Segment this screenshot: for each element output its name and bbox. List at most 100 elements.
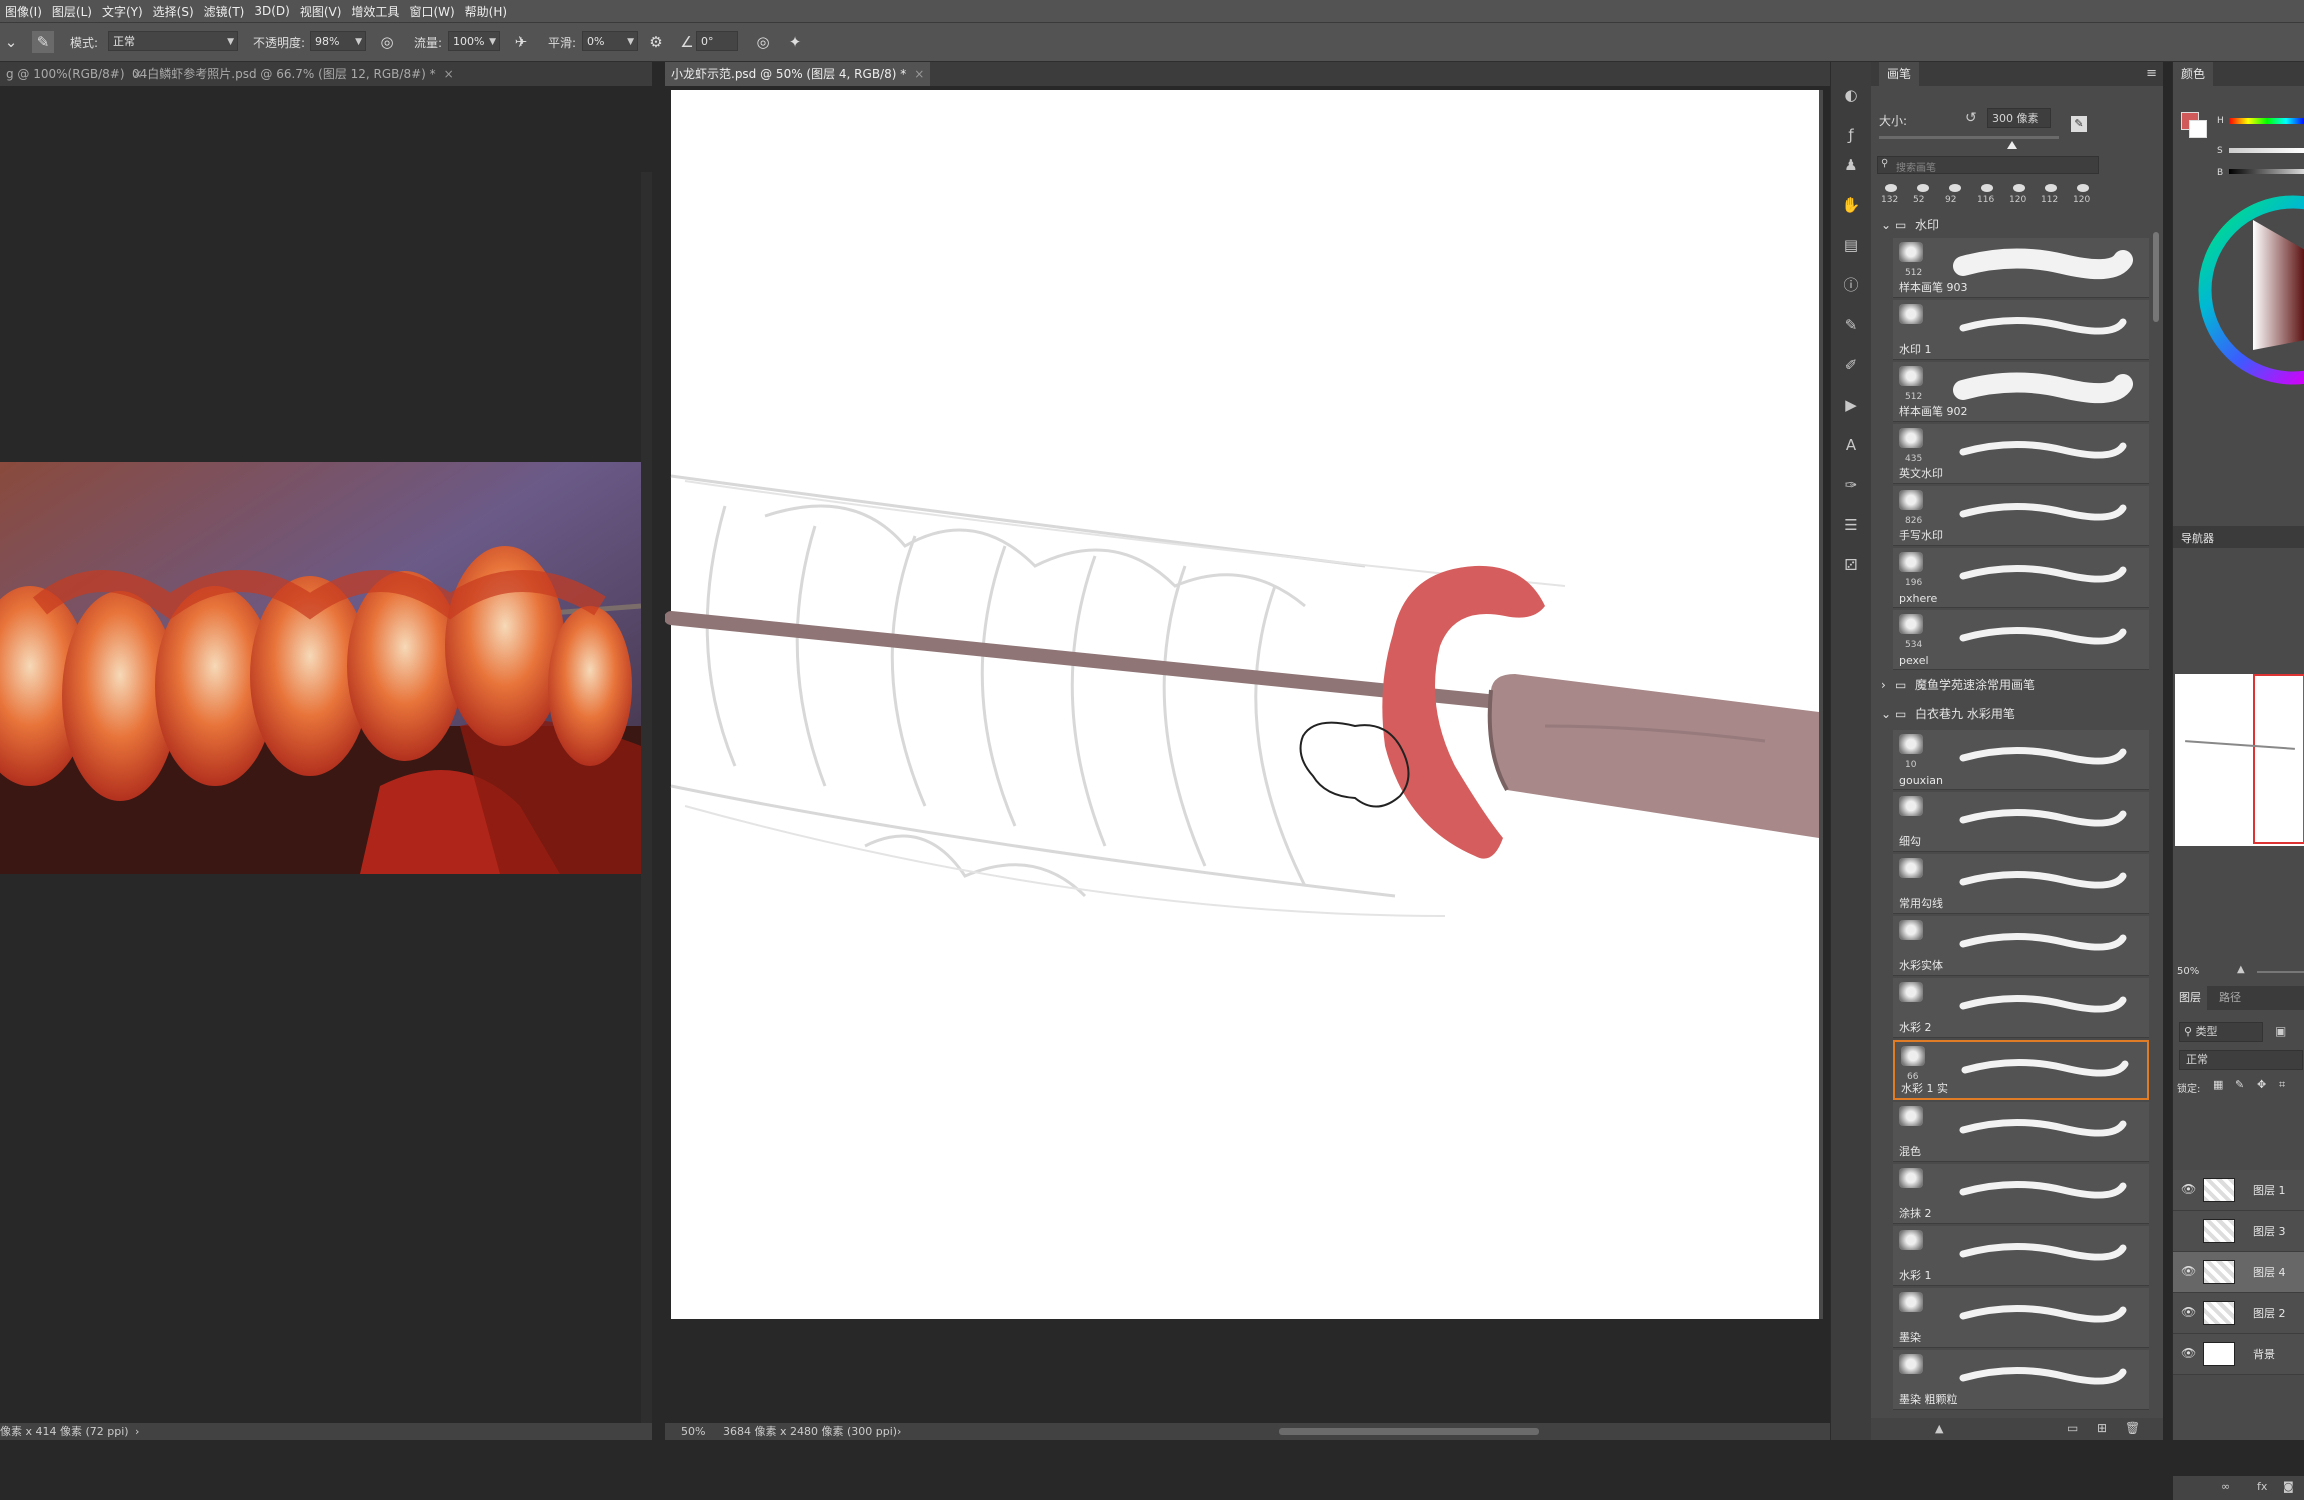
airbrush-icon[interactable]: ✈	[510, 31, 532, 53]
tab-doc-2[interactable]: 04白鳞虾参考照片.psd @ 66.7% (图层 12, RGB/8#) * ×	[126, 62, 460, 86]
folder-icon[interactable]: ▭	[2067, 1421, 2078, 1435]
brushes-panel-title[interactable]: 画笔	[1879, 62, 1920, 86]
navigator-title[interactable]: 导航器	[2181, 530, 2214, 546]
trash-icon[interactable]: 🗑	[2125, 1421, 2140, 1435]
brush-presets-icon[interactable]: ✐	[1840, 354, 1862, 376]
info-icon[interactable]: ⓘ	[1840, 274, 1862, 296]
flow-field[interactable]: 100% ▼	[448, 31, 500, 51]
brush-preset-row[interactable]: 10 gouxian	[1893, 730, 2149, 790]
fx-icon[interactable]: fx	[2257, 1480, 2267, 1493]
close-icon[interactable]: ×	[444, 67, 454, 81]
brush-preset-row[interactable]: 墨染 粗颗粒	[1893, 1350, 2149, 1410]
layer-filter-select[interactable]: ⚲ 类型	[2179, 1022, 2263, 1042]
properties-icon[interactable]: ☰	[1840, 514, 1862, 536]
canvas-area[interactable]	[665, 86, 1831, 1423]
add-icon[interactable]: ⊞	[2097, 1421, 2107, 1435]
eye-icon[interactable]: 👁	[2181, 1182, 2196, 1196]
fx-icon[interactable]: ƒ	[1840, 124, 1862, 146]
eye-icon[interactable]: 👁	[2181, 1346, 2196, 1360]
image-filter-icon[interactable]: ▣	[2275, 1024, 2286, 1038]
slider-thumb[interactable]	[2007, 141, 2017, 149]
brush-settings-icon[interactable]: ✎	[32, 31, 54, 53]
hue-slider[interactable]	[2229, 118, 2304, 124]
status-arrow-icon[interactable]: ›	[135, 1423, 139, 1440]
brush-preset-row[interactable]: 512 样本画笔 902	[1893, 362, 2149, 422]
opacity-field[interactable]: 98% ▼	[310, 31, 366, 51]
brush-group-moyu[interactable]: › ▭ 魔鱼学苑速涂常用画笔	[1871, 672, 2163, 698]
status-zoom[interactable]: 50%	[681, 1423, 705, 1440]
play-icon[interactable]: ▶	[1840, 394, 1862, 416]
menu-filter[interactable]: 滤镜(T)	[199, 3, 250, 20]
paint-icon[interactable]: ✑	[1840, 474, 1862, 496]
brush-preset-row[interactable]: 水彩实体	[1893, 916, 2149, 976]
layer-row[interactable]: 图层 3	[2173, 1211, 2304, 1252]
brush-preset-row[interactable]: 534 pexel	[1893, 610, 2149, 670]
mode-select[interactable]: 正常 ▼	[108, 31, 238, 51]
gear-icon[interactable]: ⚙	[645, 31, 667, 53]
brush-preset-row[interactable]: 196 pxhere	[1893, 548, 2149, 608]
brush-preset-row[interactable]: 细勾	[1893, 792, 2149, 852]
brush-size-slider[interactable]	[1879, 136, 2059, 139]
panel-menu-icon[interactable]: ≡	[2146, 66, 2157, 81]
brush-group-watermark[interactable]: ⌄ ▭ 水印	[1871, 212, 2163, 238]
tab-active-doc[interactable]: 小龙虾示范.psd @ 50% (图层 4, RGB/8) * ×	[665, 62, 931, 86]
brush-settings-icon[interactable]: ✎	[1840, 314, 1862, 336]
new-brush-icon[interactable]: ✎	[2071, 116, 2087, 132]
menu-select[interactable]: 选择(S)	[148, 3, 199, 20]
navigator-preview[interactable]	[2175, 674, 2304, 846]
character-icon[interactable]: A	[1840, 434, 1862, 456]
saturation-slider[interactable]	[2229, 148, 2304, 153]
slider-triangle-icon[interactable]: ▲	[1935, 1422, 1943, 1435]
menu-type[interactable]: 文字(Y)	[97, 3, 148, 20]
brush-preset-row[interactable]: 512 样本画笔 903	[1893, 238, 2149, 298]
status-arrow-icon[interactable]: ›	[897, 1423, 901, 1440]
recent-brush-chip[interactable]: 116	[1973, 182, 2001, 208]
tool-preset-chevron-icon[interactable]: ⌄	[0, 31, 22, 53]
background-color-swatch[interactable]	[2189, 120, 2207, 138]
brush-list-scrollbar[interactable]	[2153, 232, 2159, 322]
color-wheel[interactable]	[2173, 190, 2304, 420]
menu-view[interactable]: 视图(V)	[295, 3, 347, 20]
menu-plugins[interactable]: 增效工具	[346, 3, 404, 20]
layer-row[interactable]: 👁 图层 4	[2173, 1252, 2304, 1293]
layer-row[interactable]: 👁 背景	[2173, 1334, 2304, 1375]
reference-document-area[interactable]	[0, 86, 652, 1423]
layer-row[interactable]: 👁 图层 1	[2173, 1170, 2304, 1211]
lock-transparent-icon[interactable]: ▦	[2213, 1078, 2223, 1091]
hand-icon[interactable]: ✋	[1840, 194, 1862, 216]
menu-window[interactable]: 窗口(W)	[404, 3, 459, 20]
recent-brush-chip[interactable]: 120	[2069, 182, 2097, 208]
brush-preset-row[interactable]: 水彩 2	[1893, 978, 2149, 1038]
adjust-icon[interactable]: ◐	[1840, 84, 1862, 106]
zoom-out-icon[interactable]: ▲	[2237, 964, 2245, 975]
brush-preset-row[interactable]: 混色	[1893, 1102, 2149, 1162]
document-icon[interactable]: ▤	[1840, 234, 1862, 256]
symmetry-icon[interactable]: ✦	[784, 31, 806, 53]
brush-preset-row[interactable]: 常用勾线	[1893, 854, 2149, 914]
lock-position-icon[interactable]: ✥	[2257, 1078, 2266, 1091]
brush-preset-row[interactable]: 66 水彩 1 实	[1893, 1040, 2149, 1100]
brush-preset-row[interactable]: 水印 1	[1893, 300, 2149, 360]
link-icon[interactable]: ∞	[2221, 1480, 2230, 1493]
reset-icon[interactable]: ↺	[1965, 110, 1977, 126]
lock-artboard-icon[interactable]: ⌗	[2279, 1078, 2285, 1092]
mask-icon[interactable]: ◙	[2283, 1480, 2294, 1493]
eye-icon[interactable]: 👁	[2181, 1305, 2196, 1319]
brightness-slider[interactable]	[2229, 169, 2304, 174]
navigator-zoom-slider[interactable]	[2257, 971, 2304, 973]
brush-search-input[interactable]: ⚲ 搜索画笔	[1877, 156, 2099, 174]
eye-icon[interactable]: 👁	[2181, 1264, 2196, 1278]
menu-help[interactable]: 帮助(H)	[460, 3, 512, 20]
blend-mode-select[interactable]: 正常	[2179, 1050, 2303, 1070]
brush-size-field[interactable]: 300 像素	[1987, 108, 2051, 128]
close-icon[interactable]: ×	[914, 67, 924, 81]
canvas[interactable]	[665, 86, 1831, 1423]
recent-brush-chip[interactable]: 132	[1877, 182, 1905, 208]
navigator-zoom[interactable]: 50%	[2177, 966, 2199, 977]
swatches-icon[interactable]: ⚂	[1840, 554, 1862, 576]
menu-image[interactable]: 图像(I)	[0, 3, 47, 20]
brush-group-watercolor[interactable]: ⌄ ▭ 白衣巷九 水彩用笔	[1871, 701, 2163, 727]
layer-row[interactable]: 👁 图层 2	[2173, 1293, 2304, 1334]
recent-brush-chip[interactable]: 92	[1941, 182, 1969, 208]
menu-3d[interactable]: 3D(D)	[249, 4, 294, 18]
